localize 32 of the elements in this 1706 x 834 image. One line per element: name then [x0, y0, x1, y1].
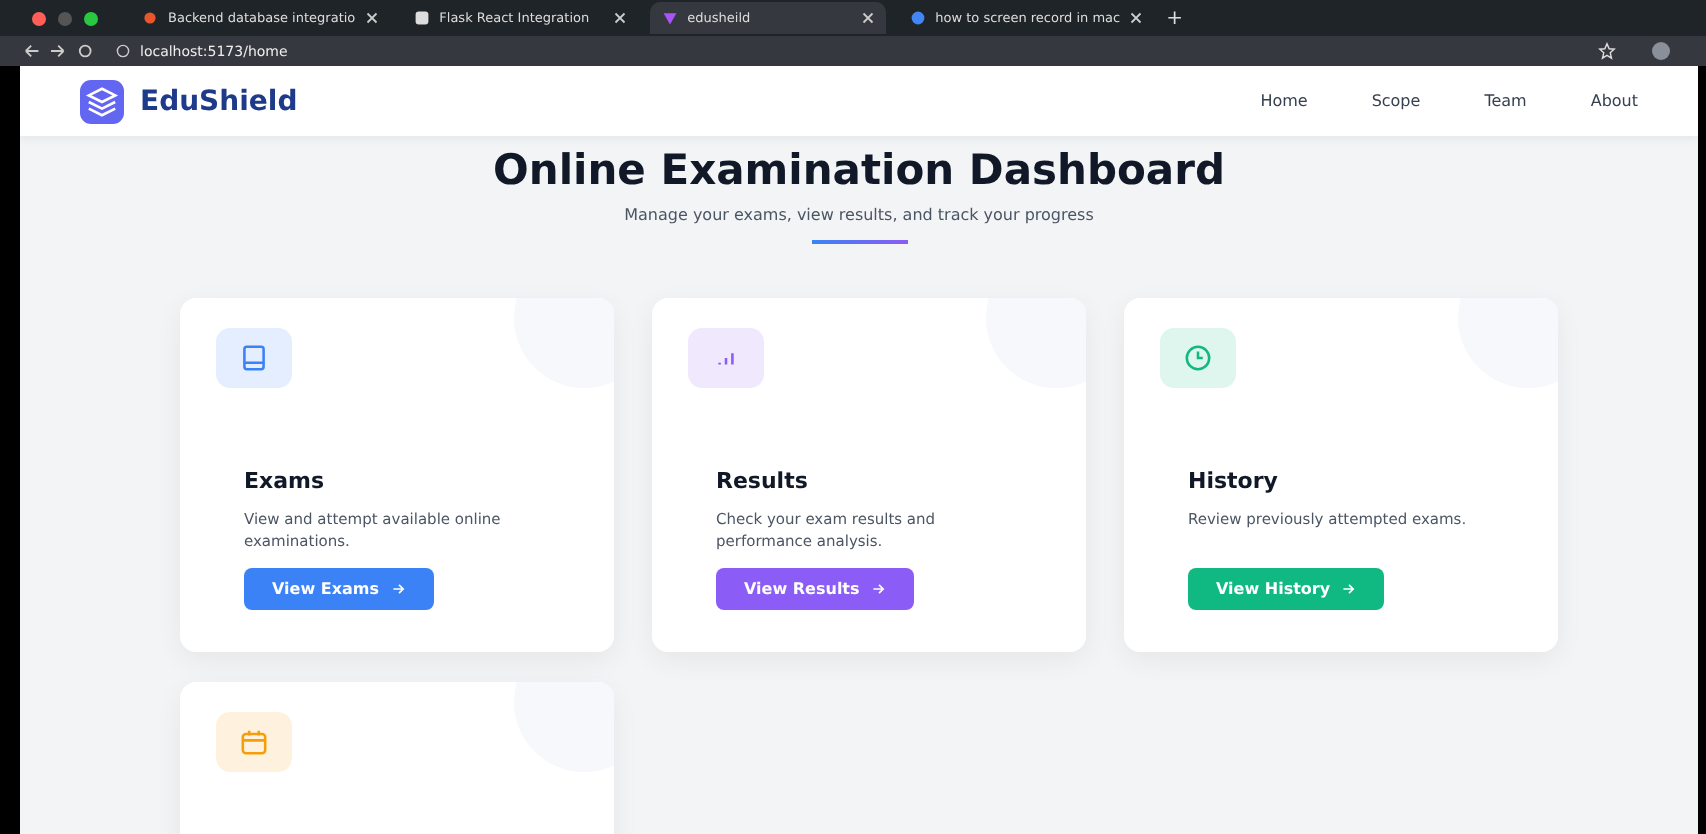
favicon-icon: [661, 10, 678, 26]
new-tab-button[interactable]: +: [1166, 7, 1184, 29]
card-title: Results: [716, 468, 810, 494]
card-title: History: [1188, 468, 1280, 494]
avatar-icon[interactable]: [1652, 42, 1670, 60]
nav-link[interactable]: Scope: [1371, 92, 1421, 110]
favicon-icon: [909, 10, 926, 26]
clock-icon: [1182, 342, 1214, 374]
arrow-icon: [391, 582, 406, 596]
brand-name[interactable]: EduShield: [140, 85, 298, 117]
card-title: Exams: [244, 468, 327, 494]
favicon-icon: [142, 10, 158, 26]
nav-link[interactable]: About: [1590, 92, 1638, 110]
page-subtitle: Manage your exams, view results, and track your progress: [622, 206, 1096, 224]
calendar-icon: [238, 726, 270, 758]
close-icon[interactable]: [613, 12, 626, 24]
arrow-icon: [871, 582, 886, 596]
arrow-icon: [1342, 582, 1357, 596]
close-icon[interactable]: [365, 12, 378, 24]
close-icon[interactable]: [861, 12, 874, 24]
info-icon: [116, 44, 130, 58]
star-icon[interactable]: [1598, 42, 1616, 60]
nav-link[interactable]: Home: [1260, 92, 1308, 110]
close-icon[interactable]: [1130, 12, 1143, 24]
page-title: Online Examination Dashboard: [491, 144, 1227, 196]
card-button[interactable]: View Exams: [244, 568, 434, 610]
book-icon: [238, 342, 270, 374]
card-button[interactable]: View Results: [716, 568, 914, 610]
nav-link[interactable]: Team: [1484, 92, 1527, 110]
favicon-icon: [413, 10, 430, 26]
window-controls-icon[interactable]: [32, 11, 98, 25]
layers-icon: [80, 79, 124, 123]
